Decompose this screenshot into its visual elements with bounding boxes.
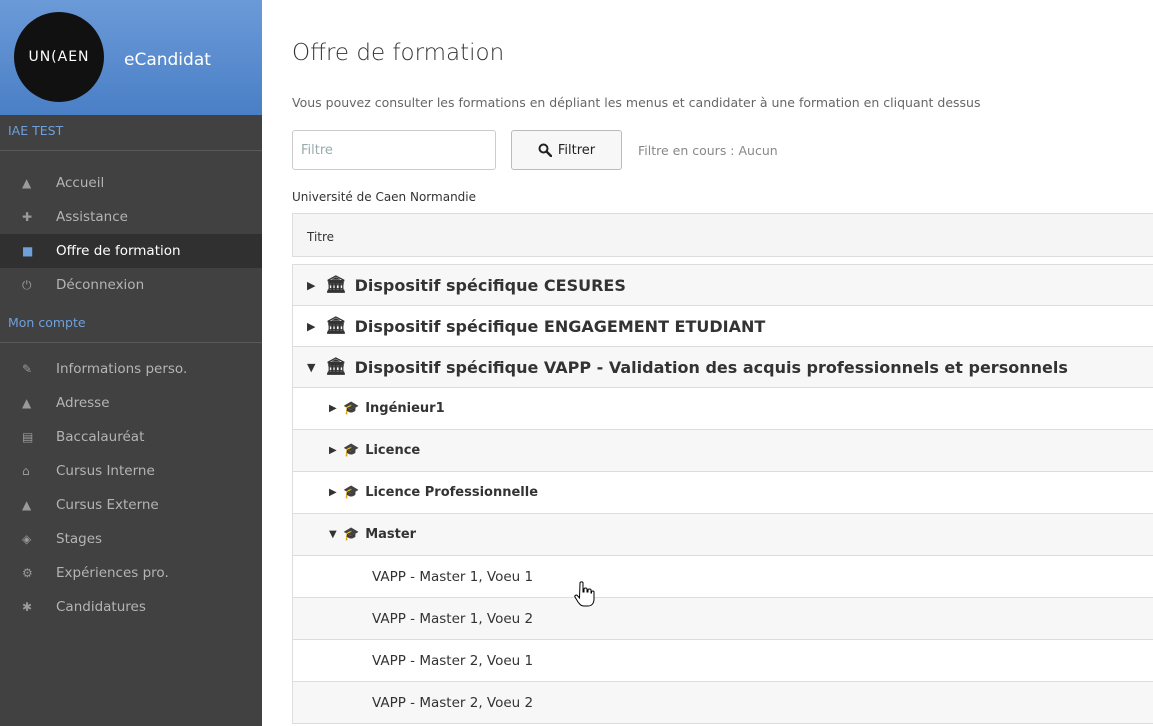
- filter-status: Filtre en cours : Aucun: [638, 143, 778, 158]
- graduation-cap-icon: 🎓: [343, 401, 360, 416]
- row-label: Dispositif spécifique VAPP - Validation …: [354, 357, 1068, 377]
- main-content: Offre de formation Vous pouvez consulter…: [262, 0, 1153, 726]
- row-label[interactable]: VAPP - Master 2, Voeu 2: [372, 695, 533, 711]
- filter-input[interactable]: [292, 130, 496, 170]
- institution-icon: 🏛: [325, 275, 347, 295]
- sidebar-item-assistance[interactable]: ✚ Assistance: [0, 200, 262, 234]
- row-label: Master: [365, 527, 417, 542]
- university-label: Université de Caen Normandie: [292, 190, 477, 204]
- row-label: Dispositif spécifique CESURES: [354, 275, 626, 295]
- sidebar-item-accueil[interactable]: ▲ Accueil: [0, 166, 262, 200]
- home-icon: ▲: [22, 396, 32, 410]
- sidebar-item-label: Adresse: [56, 395, 110, 411]
- table-row[interactable]: ▶ 🎓 Ingénieur1: [292, 388, 1153, 430]
- caret-down-icon[interactable]: ▼: [307, 361, 323, 374]
- filter-button[interactable]: Filtrer: [511, 130, 622, 170]
- sidebar-item-deconnexion[interactable]: ⏻ Déconnexion: [0, 268, 262, 302]
- hand-pointer-icon: [574, 581, 595, 607]
- sidebar: UN(AEN eCandidat IAE TEST ▲ Accueil ✚ As…: [0, 0, 262, 726]
- caret-right-icon[interactable]: ▶: [329, 487, 341, 498]
- filter-button-label: Filtrer: [557, 142, 596, 158]
- intro-text: Vous pouvez consulter les formations en …: [292, 95, 981, 110]
- row-label: Ingénieur1: [365, 401, 445, 416]
- page-title: Offre de formation: [292, 40, 505, 66]
- table-row[interactable]: ▼ 🎓 Master: [292, 514, 1153, 556]
- sidebar-item-offre-de-formation[interactable]: ■ Offre de formation: [0, 234, 262, 268]
- institution-icon: 🏛: [325, 357, 347, 377]
- sidebar-item-label: Assistance: [56, 209, 128, 225]
- app-name[interactable]: eCandidat: [124, 50, 211, 70]
- sidebar-item-label: Baccalauréat: [56, 429, 145, 445]
- header-spacer: [292, 257, 1153, 265]
- row-label[interactable]: VAPP - Master 1, Voeu 2: [372, 611, 533, 627]
- row-label[interactable]: VAPP - Master 1, Voeu 1: [372, 569, 533, 585]
- sidebar-item-stages[interactable]: ◈ Stages: [0, 522, 262, 556]
- table-row[interactable]: ▶ 🎓 Licence Professionnelle: [292, 472, 1153, 514]
- row-label: Licence Professionnelle: [365, 485, 539, 500]
- sidebar-item-label: Stages: [56, 531, 103, 547]
- sidebar-item-baccalaureat[interactable]: ▤ Baccalauréat: [0, 420, 262, 454]
- row-label: Licence: [365, 443, 421, 458]
- caret-right-icon[interactable]: ▶: [307, 279, 323, 292]
- sidebar-item-candidatures[interactable]: ✱ Candidatures: [0, 590, 262, 624]
- institution-icon: 🏛: [325, 316, 347, 336]
- column-header-titre[interactable]: Titre: [292, 213, 1153, 257]
- sidebar-item-label: Cursus Externe: [56, 497, 159, 513]
- university-logo[interactable]: UN(AEN: [14, 12, 104, 102]
- sidebar-item-label: Informations perso.: [56, 361, 188, 377]
- graduation-cap-icon: 🎓: [343, 443, 360, 458]
- sidebar-item-cursus-interne[interactable]: ⌂ Cursus Interne: [0, 454, 262, 488]
- sidebar-item-label: Cursus Interne: [56, 463, 155, 479]
- table-row[interactable]: VAPP - Master 1, Voeu 2: [292, 598, 1153, 640]
- graduation-cap-icon: ▲: [22, 498, 32, 512]
- table-row[interactable]: VAPP - Master 1, Voeu 1: [292, 556, 1153, 598]
- table-row[interactable]: ▶ 🎓 Licence: [292, 430, 1153, 472]
- graduation-cap-icon: 🎓: [343, 527, 360, 542]
- brand-header: UN(AEN eCandidat: [0, 0, 262, 115]
- table-row[interactable]: ▶ 🏛 Dispositif spécifique ENGAGEMENT ETU…: [292, 306, 1153, 347]
- formation-tree-table: Titre ▶ 🏛 Dispositif spécifique CESURES …: [292, 213, 1153, 724]
- sidebar-item-adresse[interactable]: ▲ Adresse: [0, 386, 262, 420]
- cube-icon: ◈: [22, 532, 32, 546]
- row-label[interactable]: VAPP - Master 2, Voeu 1: [372, 653, 533, 669]
- caret-right-icon[interactable]: ▶: [329, 445, 341, 456]
- bookmark-icon: ■: [22, 244, 34, 258]
- institution-icon: ⌂: [22, 464, 30, 478]
- table-row[interactable]: VAPP - Master 2, Voeu 2: [292, 682, 1153, 724]
- pencil-icon: ✎: [22, 362, 33, 376]
- graduation-cap-icon: 🎓: [343, 485, 360, 500]
- asterisk-icon: ✱: [22, 600, 33, 614]
- sidebar-item-label: Déconnexion: [56, 277, 145, 293]
- sidebar-item-cursus-externe[interactable]: ▲ Cursus Externe: [0, 488, 262, 522]
- sidebar-item-label: Expériences pro.: [56, 565, 169, 581]
- table-row[interactable]: ▶ 🏛 Dispositif spécifique CESURES: [292, 265, 1153, 306]
- sidebar-item-experiences-pro[interactable]: ⚙ Expériences pro.: [0, 556, 262, 590]
- caret-right-icon[interactable]: ▶: [329, 403, 341, 414]
- cogs-icon: ⚙: [22, 566, 33, 580]
- sidebar-item-label: Accueil: [56, 175, 105, 191]
- home-icon: ▲: [22, 176, 32, 190]
- sidebar-item-label: Offre de formation: [56, 243, 181, 259]
- row-label: Dispositif spécifique ENGAGEMENT ETUDIAN…: [354, 316, 766, 336]
- book-icon: ▤: [22, 430, 34, 444]
- table-row[interactable]: ▼ 🏛 Dispositif spécifique VAPP - Validat…: [292, 347, 1153, 388]
- sidebar-item-label: Candidatures: [56, 599, 146, 615]
- power-icon: ⏻: [22, 277, 32, 292]
- table-row[interactable]: VAPP - Master 2, Voeu 1: [292, 640, 1153, 682]
- caret-down-icon[interactable]: ▼: [329, 529, 341, 540]
- sidebar-section-account: Mon compte: [0, 307, 262, 343]
- sidebar-item-informations-perso[interactable]: ✎ Informations perso.: [0, 352, 262, 386]
- ambulance-icon: ✚: [22, 210, 33, 224]
- caret-right-icon[interactable]: ▶: [307, 320, 323, 333]
- search-icon: [538, 143, 552, 157]
- sidebar-section-main: IAE TEST: [0, 115, 262, 151]
